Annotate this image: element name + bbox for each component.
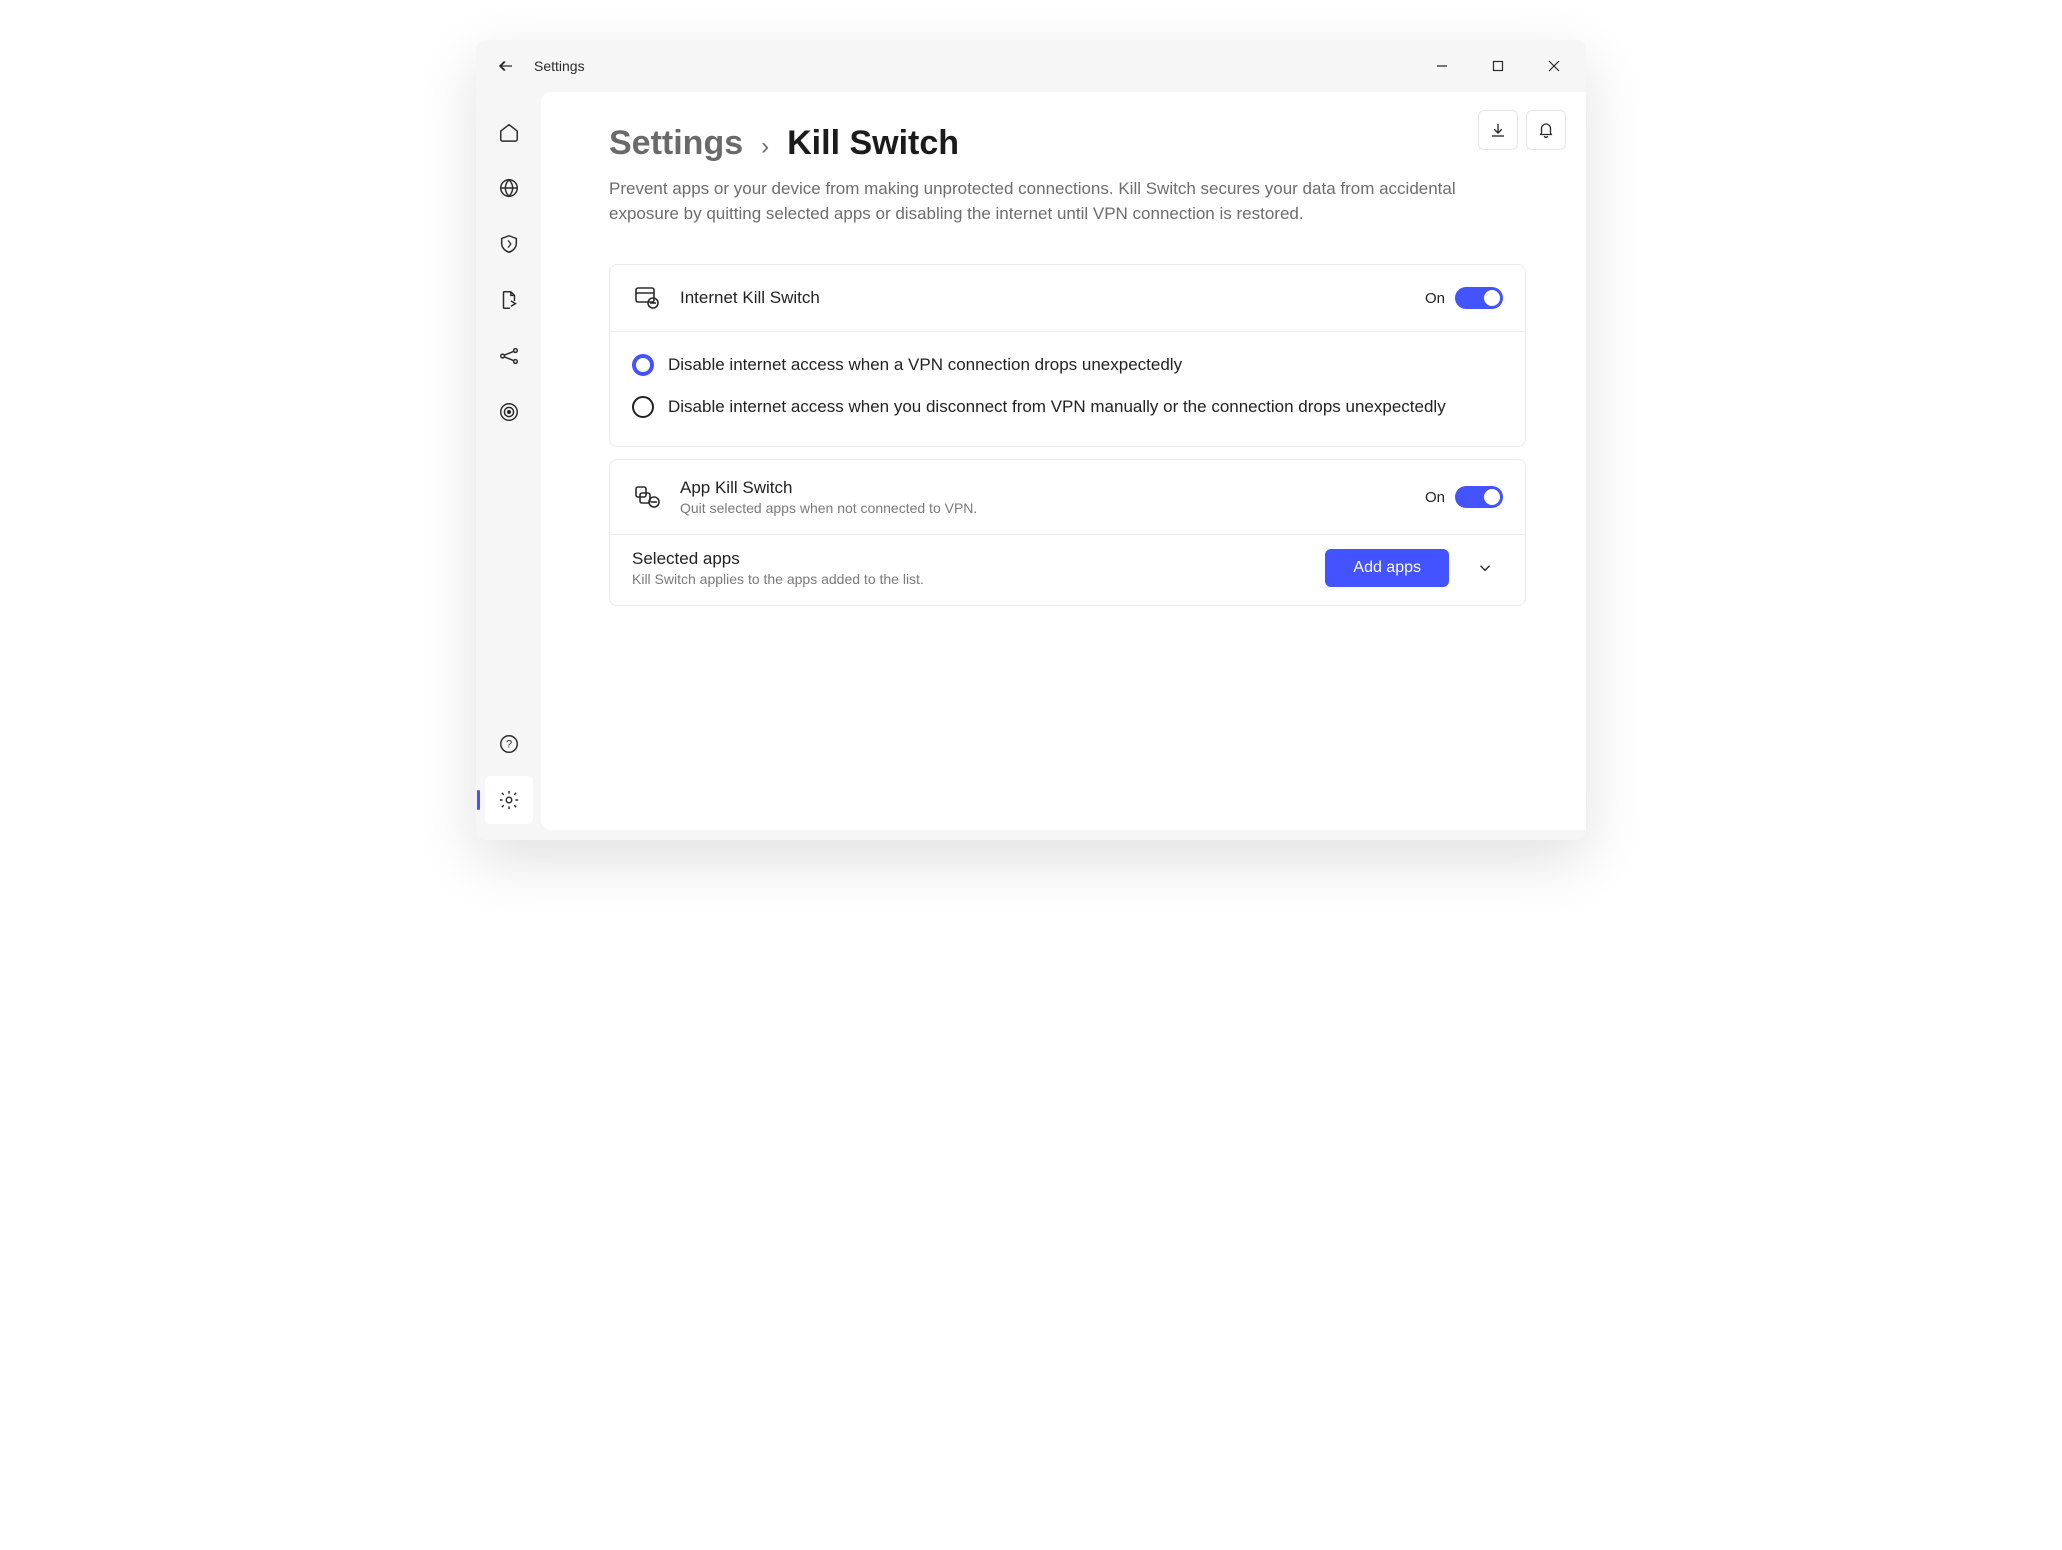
bell-icon — [1537, 121, 1555, 139]
selected-apps-subtitle: Kill Switch applies to the apps added to… — [632, 571, 1307, 587]
breadcrumb: Settings › Kill Switch — [609, 124, 1526, 163]
internet-ks-header: Internet Kill Switch On — [610, 265, 1525, 331]
app-ks-state: On — [1425, 489, 1445, 506]
chevron-down-icon — [1476, 559, 1494, 577]
sidebar: ? — [476, 92, 541, 840]
window-title: Settings — [528, 58, 585, 74]
app-ks-title: App Kill Switch — [680, 478, 1407, 498]
expand-selected-apps-button[interactable] — [1467, 550, 1503, 586]
maximize-button[interactable] — [1470, 42, 1526, 90]
help-icon: ? — [498, 733, 520, 755]
sidebar-item-settings[interactable] — [485, 776, 533, 824]
internet-ks-state: On — [1425, 290, 1445, 307]
mesh-icon — [498, 345, 520, 367]
sidebar-item-globe[interactable] — [485, 164, 533, 212]
internet-ks-options: Disable internet access when a VPN conne… — [610, 331, 1525, 446]
app-kill-switch-card: App Kill Switch Quit selected apps when … — [609, 459, 1526, 606]
globe-icon — [498, 177, 520, 199]
sidebar-item-help[interactable]: ? — [485, 720, 533, 768]
gear-icon — [498, 789, 520, 811]
app-block-icon — [632, 482, 662, 512]
internet-ks-option-2-label: Disable internet access when you disconn… — [668, 397, 1446, 417]
breadcrumb-current: Kill Switch — [787, 124, 959, 163]
close-icon — [1548, 60, 1560, 72]
notifications-button[interactable] — [1526, 110, 1566, 150]
sidebar-item-file[interactable] — [485, 276, 533, 324]
minimize-icon — [1436, 60, 1448, 72]
selected-apps-title: Selected apps — [632, 549, 1307, 569]
internet-ks-title: Internet Kill Switch — [680, 288, 1407, 308]
sidebar-item-home[interactable] — [485, 108, 533, 156]
breadcrumb-sep: › — [761, 133, 769, 161]
content-area: Settings › Kill Switch Prevent apps or y… — [541, 92, 1586, 830]
download-icon — [1489, 121, 1507, 139]
internet-ks-toggle[interactable] — [1455, 287, 1503, 309]
top-actions — [1478, 110, 1566, 150]
close-button[interactable] — [1526, 42, 1582, 90]
home-icon — [498, 121, 520, 143]
sidebar-item-shield[interactable] — [485, 220, 533, 268]
page-description: Prevent apps or your device from making … — [609, 177, 1469, 226]
app-ks-toggle[interactable] — [1455, 486, 1503, 508]
download-button[interactable] — [1478, 110, 1518, 150]
shield-icon — [498, 233, 520, 255]
file-share-icon — [498, 289, 520, 311]
app-window: Settings — [476, 40, 1586, 840]
svg-text:?: ? — [505, 739, 511, 751]
back-button[interactable] — [480, 42, 528, 90]
internet-ks-option-1-label: Disable internet access when a VPN conne… — [668, 355, 1182, 375]
internet-ks-option-2[interactable]: Disable internet access when you disconn… — [632, 386, 1503, 428]
app-ks-header: App Kill Switch Quit selected apps when … — [610, 460, 1525, 534]
radio-icon — [632, 396, 654, 418]
maximize-icon — [1492, 60, 1504, 72]
sidebar-item-mesh[interactable] — [485, 332, 533, 380]
window-block-icon — [632, 283, 662, 313]
selected-apps-row: Selected apps Kill Switch applies to the… — [610, 534, 1525, 605]
window-controls — [1414, 42, 1582, 90]
add-apps-button[interactable]: Add apps — [1325, 549, 1449, 587]
app-ks-subtitle: Quit selected apps when not connected to… — [680, 500, 1407, 516]
internet-kill-switch-card: Internet Kill Switch On Disable internet… — [609, 264, 1526, 447]
breadcrumb-root[interactable]: Settings — [609, 124, 743, 163]
target-icon — [498, 401, 520, 423]
radio-icon-selected — [632, 354, 654, 376]
internet-ks-option-1[interactable]: Disable internet access when a VPN conne… — [632, 344, 1503, 386]
minimize-button[interactable] — [1414, 42, 1470, 90]
sidebar-item-target[interactable] — [485, 388, 533, 436]
titlebar: Settings — [476, 40, 1586, 92]
